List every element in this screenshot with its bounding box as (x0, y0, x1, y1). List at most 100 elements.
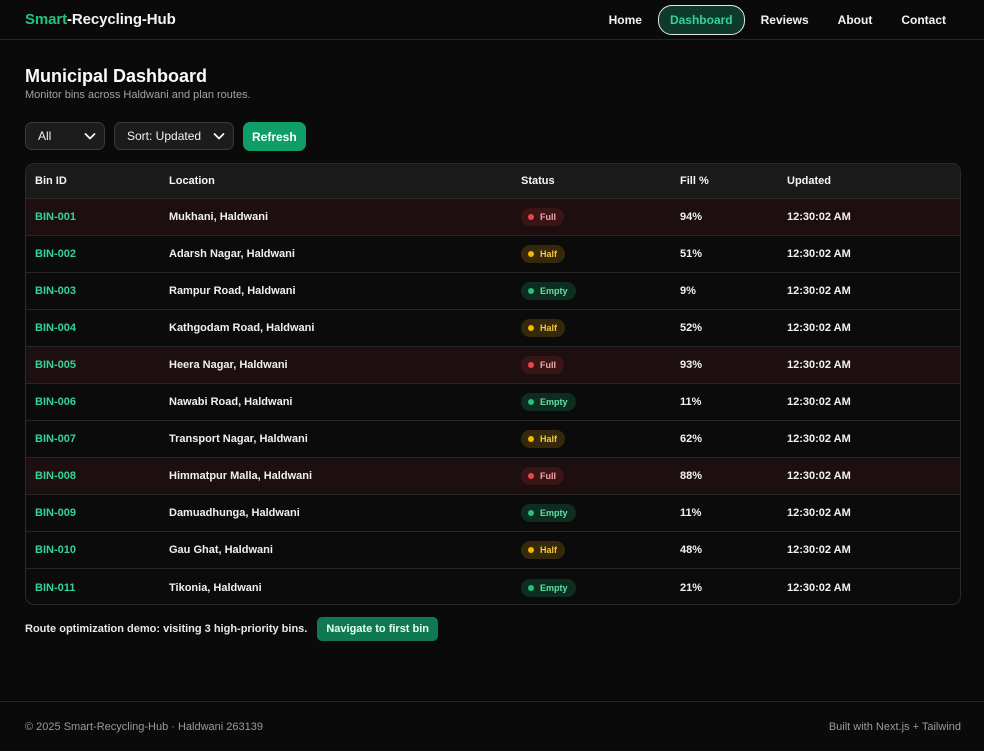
bin-location: Tikonia, Haldwani (169, 581, 262, 594)
status-dot-icon (528, 473, 534, 479)
updated-time: 12:30:02 AM (787, 581, 851, 594)
updated-time: 12:30:02 AM (787, 359, 851, 371)
fill-percent: 9% (680, 285, 696, 297)
bin-id[interactable]: BIN-001 (35, 211, 76, 223)
status-badge: Full (521, 208, 564, 226)
controls-bar: All Sort: Updated Refresh (25, 122, 306, 151)
bin-location: Heera Nagar, Haldwani (169, 359, 288, 371)
updated-time: 12:30:02 AM (787, 285, 851, 297)
sort-select[interactable]: Sort: Updated (114, 122, 234, 150)
header-location[interactable]: Location (160, 175, 512, 187)
brand-rest: -Recycling-Hub (67, 11, 176, 28)
chevron-down-icon (84, 133, 96, 140)
table-body: BIN-001 Mukhani, Haldwani Full 94% 12:30:02 … (26, 199, 960, 604)
nav-contact[interactable]: Contact (888, 5, 959, 35)
nav-home[interactable]: Home (596, 5, 655, 35)
status-badge: Empty (521, 578, 576, 597)
brand-logo[interactable]: Smart-Recycling-Hub (25, 11, 176, 28)
table-header: Bin ID Location Status Fill % Updated (26, 164, 960, 199)
updated-time: 12:30:02 AM (787, 248, 851, 260)
refresh-button[interactable]: Refresh (243, 122, 306, 151)
updated-time: 12:30:02 AM (787, 211, 851, 223)
chevron-down-icon (213, 133, 225, 140)
updated-time: 12:30:02 AM (787, 470, 851, 482)
status-badge: Empty (521, 504, 576, 522)
table-row[interactable]: BIN-002 Adarsh Nagar, Haldwani Half 51% 12:3… (26, 236, 960, 273)
status-badge: Full (521, 467, 564, 485)
bin-id[interactable]: BIN-002 (35, 248, 76, 260)
sort-value: Sort: Updated (127, 129, 202, 143)
status-label: Half (540, 323, 558, 333)
table-row[interactable]: BIN-008 Himmatpur Malla, Haldwani Full 88% 1… (26, 458, 960, 495)
fill-percent: 21% (680, 581, 703, 594)
status-label: Full (540, 212, 556, 222)
status-dot-icon (528, 399, 534, 405)
bin-location: Kathgodam Road, Haldwani (169, 322, 315, 334)
fill-percent: 48% (680, 544, 703, 556)
route-text: Route optimization demo: visiting 3 high… (25, 623, 308, 635)
status-label: Empty (540, 397, 568, 407)
header-status[interactable]: Status (512, 175, 671, 187)
header-updated[interactable]: Updated (778, 175, 960, 187)
fill-percent: 62% (680, 433, 703, 445)
page-subtitle: Monitor bins across Haldwani and plan ro… (25, 89, 251, 101)
bin-location: Adarsh Nagar, Haldwani (169, 248, 295, 260)
updated-time: 12:30:02 AM (787, 322, 851, 334)
status-label: Half (540, 434, 558, 444)
table-row[interactable]: BIN-004 Kathgodam Road, Haldwani Half 52% 12… (26, 310, 960, 347)
status-label: Empty (540, 582, 568, 593)
bin-id[interactable]: BIN-006 (35, 396, 76, 408)
updated-time: 12:30:02 AM (787, 507, 851, 519)
bin-id[interactable]: BIN-007 (35, 433, 76, 445)
nav-about[interactable]: About (825, 5, 886, 35)
brand-accent: Smart (25, 11, 68, 28)
bin-id[interactable]: BIN-009 (35, 507, 76, 519)
nav-dashboard[interactable]: Dashboard (657, 4, 745, 35)
bin-location: Mukhani, Haldwani (169, 211, 269, 223)
status-dot-icon (528, 288, 534, 294)
bin-id[interactable]: BIN-010 (35, 544, 76, 556)
route-section: Route optimization demo: visiting 3 high… (25, 617, 439, 641)
navigate-first-bin-button[interactable]: Navigate to first bin (317, 617, 439, 641)
bin-id[interactable]: BIN-011 (35, 582, 75, 594)
table-row[interactable]: BIN-010 Gau Ghat, Haldwani Half 48% 12:30:02… (26, 532, 960, 569)
table-row[interactable]: BIN-005 Heera Nagar, Haldwani Full 93% 12:30… (26, 347, 960, 384)
status-filter-value: All (38, 129, 52, 143)
footer: © 2025 Smart-Recycling-Hub · Haldwani 26… (0, 701, 984, 751)
fill-percent: 52% (680, 322, 703, 334)
bin-id[interactable]: BIN-008 (35, 470, 76, 482)
status-dot-icon (528, 436, 534, 442)
status-dot-icon (528, 325, 534, 331)
table-row[interactable]: BIN-009 Damuadhunga, Haldwani Empty 11% 12:3… (26, 495, 960, 532)
table-row[interactable]: BIN-001 Mukhani, Haldwani Full 94% 12:30:02 … (26, 199, 960, 236)
table-row[interactable]: BIN-007 Transport Nagar, Haldwani Half 62% 1… (26, 421, 960, 458)
nav-reviews[interactable]: Reviews (748, 5, 822, 35)
bin-location: Transport Nagar, Haldwani (169, 433, 308, 445)
table-row[interactable]: BIN-003 Rampur Road, Haldwani Empty 9% 12:30… (26, 273, 960, 310)
status-filter-select[interactable]: All (25, 122, 105, 150)
status-badge: Half (521, 245, 566, 263)
footer-built-with: Built with Next.js + Tailwind (828, 720, 961, 733)
bin-location: Himmatpur Malla, Haldwani (169, 470, 313, 482)
status-badge: Full (521, 356, 564, 374)
table-row[interactable]: BIN-006 Nawabi Road, Haldwani Empty 11% 12:3… (26, 384, 960, 421)
status-badge: Half (521, 319, 566, 337)
status-dot-icon (528, 510, 534, 516)
bin-id[interactable]: BIN-004 (35, 322, 76, 334)
bin-location: Damuadhunga, Haldwani (169, 507, 300, 519)
status-label: Half (540, 249, 558, 259)
status-badge: Empty (521, 393, 576, 411)
bin-id[interactable]: BIN-003 (35, 285, 76, 297)
fill-percent: 51% (680, 248, 703, 260)
bin-id[interactable]: BIN-005 (35, 359, 76, 371)
status-badge: Empty (521, 282, 576, 300)
header-bin-id[interactable]: Bin ID (26, 175, 160, 187)
status-label: Full (540, 360, 556, 370)
status-badge: Half (521, 430, 566, 448)
header-fill[interactable]: Fill % (671, 175, 778, 187)
table-row[interactable]: BIN-011 Tikonia, Haldwani Empty 21% 12:30:02… (26, 569, 960, 604)
status-label: Full (540, 471, 556, 481)
updated-time: 12:30:02 AM (787, 433, 851, 445)
status-dot-icon (528, 214, 534, 220)
footer-copyright: © 2025 Smart-Recycling-Hub · Haldwani 26… (25, 720, 263, 733)
